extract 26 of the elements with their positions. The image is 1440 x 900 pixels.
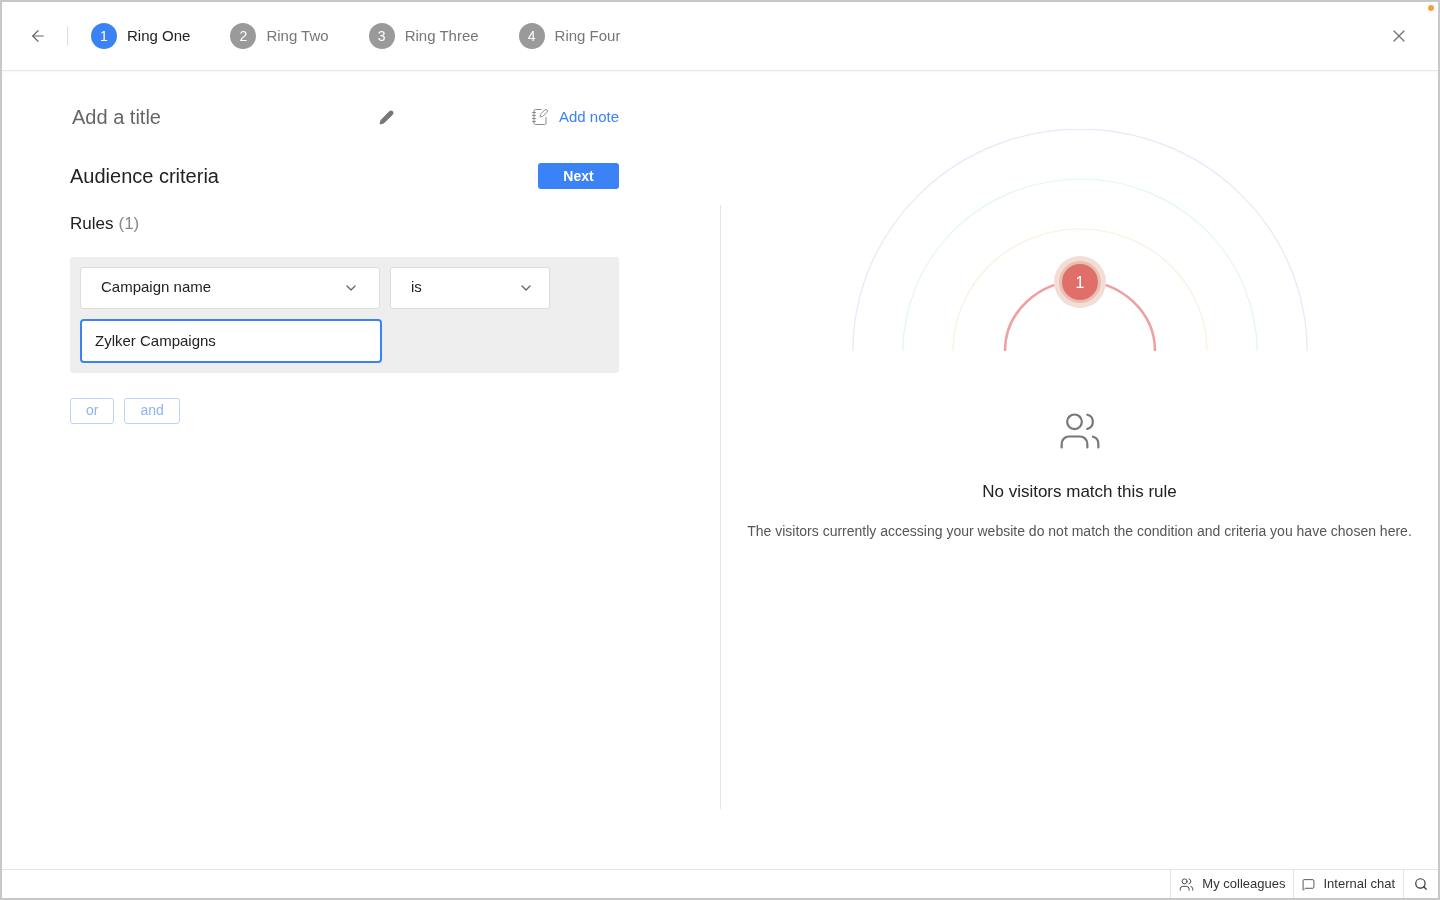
- section-title: Audience criteria: [70, 164, 219, 189]
- value-input[interactable]: Zylker Campaigns: [80, 318, 382, 363]
- next-button[interactable]: Next: [538, 163, 619, 189]
- rules-count: (1): [118, 213, 140, 235]
- status-button[interactable]: My colleagues: [1170, 870, 1294, 898]
- rules-label: Rules: [70, 213, 114, 235]
- step-number: 1: [91, 23, 117, 49]
- field-dropdown[interactable]: Campaign name: [80, 266, 380, 309]
- chat-icon: [1302, 877, 1316, 891]
- empty-message: The visitors currently accessing your website do not match the condition and criteria you have chosen here.: [747, 521, 1412, 541]
- operator-dropdown[interactable]: is: [390, 266, 550, 309]
- note-icon: [530, 108, 549, 126]
- title-placeholder[interactable]: Add a title: [72, 102, 161, 132]
- add-note-link[interactable]: Add note: [558, 105, 619, 129]
- step-number: 2: [230, 23, 257, 49]
- status-button[interactable]: Internal chat: [1293, 870, 1403, 898]
- step-number: 3: [368, 23, 395, 49]
- radar-drawing: 1: [849, 129, 1310, 361]
- people-icon: [1179, 876, 1195, 892]
- edit-icon[interactable]: [378, 109, 394, 125]
- step-tab[interactable]: 2 Ring Two: [230, 23, 329, 49]
- empty-heading: No visitors match this rule: [982, 481, 1177, 503]
- step-tab[interactable]: 4 Ring Four: [518, 23, 621, 49]
- step-tab[interactable]: 3 Ring Three: [368, 23, 479, 49]
- step-number: 4: [518, 23, 545, 49]
- step-tab[interactable]: 1 Ring One: [91, 23, 191, 49]
